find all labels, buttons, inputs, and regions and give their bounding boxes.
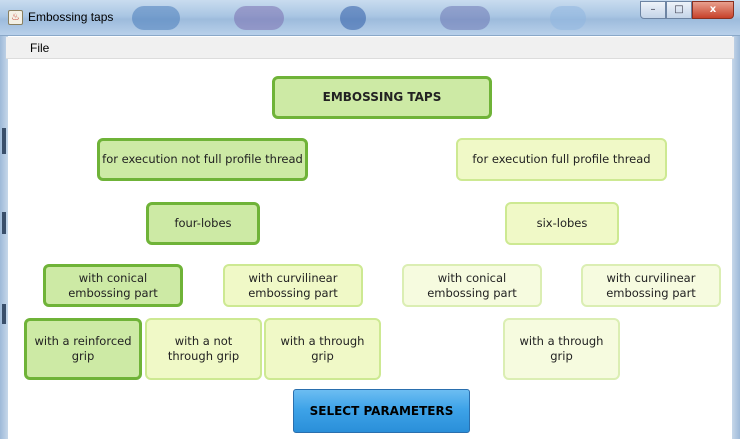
option-conical-embossing-part-right[interactable]: with conical embossing part	[402, 264, 542, 307]
window-frame-left	[0, 36, 8, 439]
option-curvilinear-embossing-part-left[interactable]: with curvilinear embossing part	[223, 264, 363, 307]
close-button[interactable]: x	[692, 1, 734, 19]
option-conical-embossing-part-left[interactable]: with conical embossing part	[43, 264, 183, 307]
select-parameters-button[interactable]: SELECT PARAMETERS	[293, 389, 470, 433]
option-six-lobes[interactable]: six-lobes	[505, 202, 619, 245]
maximize-button[interactable]: □	[666, 1, 692, 19]
frame-marker	[2, 212, 6, 234]
option-through-grip-left[interactable]: with a through grip	[264, 318, 381, 380]
title-bar-decoration	[550, 6, 586, 30]
option-four-lobes[interactable]: four-lobes	[146, 202, 260, 245]
title-bar-decoration	[440, 6, 490, 30]
option-full-profile-thread[interactable]: for execution full profile thread	[456, 138, 667, 181]
frame-marker	[2, 128, 6, 154]
window-frame-right	[732, 36, 740, 439]
menu-file[interactable]: File	[30, 41, 49, 55]
option-not-full-profile-thread[interactable]: for execution not full profile thread	[97, 138, 308, 181]
root-node-embossing-taps[interactable]: EMBOSSING TAPS	[272, 76, 492, 119]
title-bar[interactable]: ♨ Embossing taps – □ x	[0, 0, 740, 36]
title-bar-decoration	[132, 6, 180, 30]
minimize-button[interactable]: –	[640, 1, 666, 19]
menu-bar: File	[6, 37, 734, 59]
window-title: Embossing taps	[28, 10, 114, 24]
option-curvilinear-embossing-part-right[interactable]: with curvilinear embossing part	[581, 264, 721, 307]
title-bar-decoration	[234, 6, 284, 30]
frame-marker	[2, 304, 6, 324]
title-bar-decoration	[340, 6, 366, 30]
content-area: EMBOSSING TAPS for execution not full pr…	[8, 60, 732, 439]
java-app-icon: ♨	[8, 10, 23, 25]
option-through-grip-right[interactable]: with a through grip	[503, 318, 620, 380]
option-not-through-grip[interactable]: with a not through grip	[145, 318, 262, 380]
option-reinforced-grip[interactable]: with a reinforced grip	[24, 318, 142, 380]
window-controls: – □ x	[640, 1, 734, 21]
